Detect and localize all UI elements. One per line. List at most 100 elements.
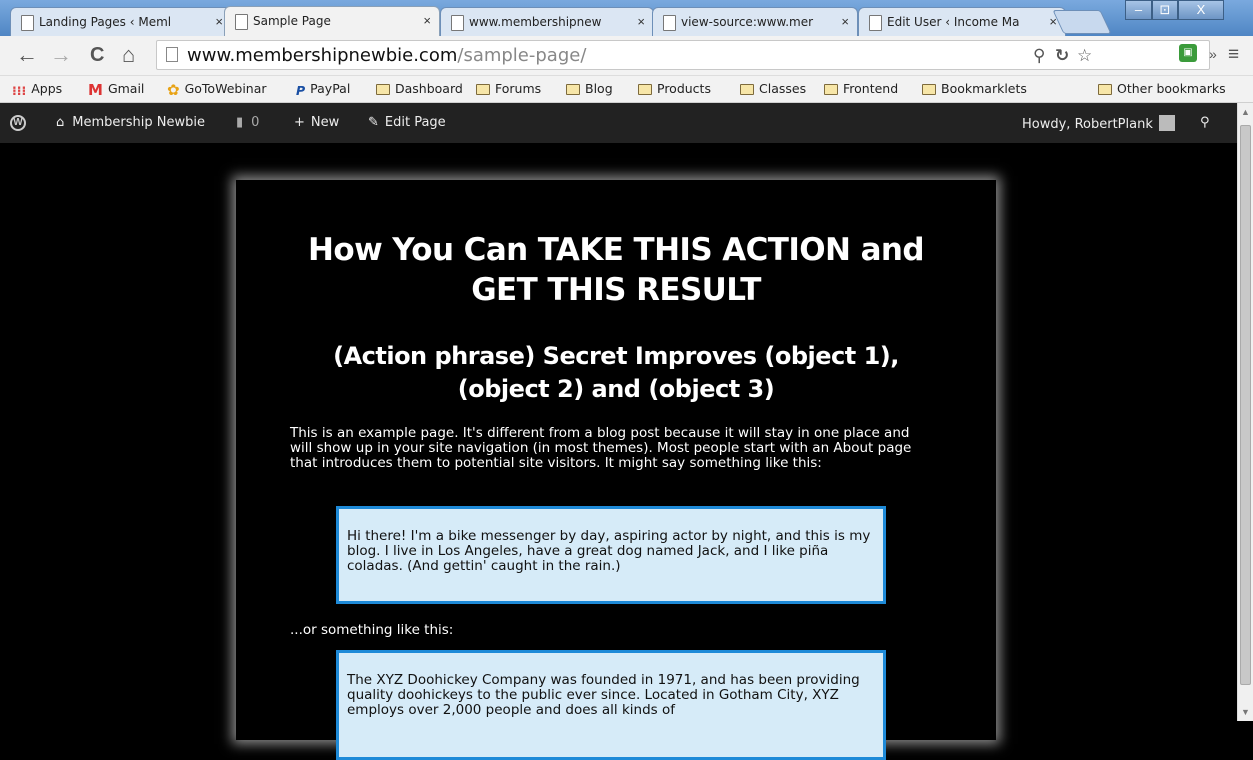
account-menu[interactable]: Howdy, RobertPlank	[1022, 115, 1175, 132]
subheadline-line: (Action phrase) Secret Improves (object …	[333, 342, 899, 370]
bookmark-label: Dashboard	[395, 81, 463, 96]
bookmark-blog[interactable]: Blog	[566, 81, 613, 96]
bookmark-label: PayPal	[310, 81, 351, 96]
site-name: Membership Newbie	[72, 115, 205, 130]
folder-icon	[566, 84, 580, 95]
forward-button[interactable]: →	[50, 44, 72, 66]
bookmark-label: Other bookmarks	[1117, 81, 1226, 96]
tab-membershipnewbie[interactable]: www.membershipnew ×	[440, 7, 654, 36]
scroll-up-icon[interactable]: ▲	[1241, 107, 1250, 117]
star-icon[interactable]: ☆	[1077, 46, 1092, 66]
url-text[interactable]: www.membershipnewbie.com/sample-page/	[187, 45, 586, 66]
paypal-icon: P	[296, 83, 306, 98]
folder-icon	[376, 84, 390, 95]
wp-admin-bar: W ⌂ Membership Newbie ▮ 0 + New ✎ Edit Page …	[0, 103, 1237, 143]
address-bar[interactable]: www.membershipnewbie.com/sample-page/ ⚲ …	[156, 40, 1210, 70]
bookmark-label: GoToWebinar	[184, 81, 267, 96]
page-content: How You Can TAKE THIS ACTION and GET THI…	[236, 180, 996, 760]
site-name-link[interactable]: ⌂ Membership Newbie	[56, 115, 205, 130]
gotowebinar-icon: ✿	[167, 81, 180, 99]
close-icon[interactable]: ×	[423, 13, 431, 28]
folder-icon	[1098, 84, 1112, 95]
bookmark-products[interactable]: Products	[638, 81, 711, 96]
tab-sample-page[interactable]: Sample Page ×	[224, 6, 440, 36]
bookmark-label: Classes	[759, 81, 807, 96]
page-scrollbar[interactable]: ▲ ▼	[1237, 103, 1253, 721]
bookmarks-bar: ⁝⁝⁝ Apps M Gmail ✿ GoToWebinar P PayPal Dash…	[0, 76, 1253, 103]
plus-icon: +	[294, 115, 305, 130]
home-button[interactable]: ⌂	[122, 44, 135, 66]
overflow-chevron-icon[interactable]: »	[1209, 46, 1217, 62]
intro-paragraph: This is an example page. It's different …	[290, 425, 912, 471]
close-window-button[interactable]: X	[1178, 0, 1224, 20]
bookmark-forums[interactable]: Forums	[476, 81, 541, 96]
folder-icon	[476, 84, 490, 95]
bookmark-other[interactable]: Other bookmarks	[1098, 81, 1226, 96]
scroll-thumb[interactable]	[1240, 125, 1251, 685]
bookmark-gmail[interactable]: M Gmail	[88, 81, 144, 99]
headline-line: How You Can TAKE THIS ACTION and	[308, 232, 925, 268]
comment-bubble-icon: ▮	[236, 115, 244, 130]
new-label: New	[310, 115, 340, 130]
search-icon[interactable]: ⚲	[1200, 115, 1210, 130]
tab-view-source[interactable]: view-source:www.mer ×	[652, 7, 858, 36]
subheadline-line: (object 2) and (object 3)	[457, 375, 775, 403]
extension-icon[interactable]: ▣	[1179, 44, 1197, 62]
page-icon	[21, 15, 34, 31]
bookmark-apps[interactable]: ⁝⁝⁝ Apps	[12, 81, 62, 98]
home-icon: ⌂	[56, 115, 65, 130]
reload-button[interactable]: C	[90, 44, 104, 66]
page-icon	[235, 14, 248, 30]
howdy-text: Howdy, RobertPlank	[1022, 117, 1153, 132]
close-icon[interactable]: ×	[637, 14, 645, 29]
close-icon[interactable]: ×	[841, 14, 849, 29]
tab-label: Sample Page	[253, 14, 331, 28]
close-icon[interactable]: ×	[215, 14, 223, 29]
pencil-icon: ✎	[368, 115, 379, 130]
menu-icon[interactable]: ≡	[1228, 44, 1239, 66]
tab-label: view-source:www.mer	[681, 15, 814, 29]
edit-page-link[interactable]: ✎ Edit Page	[368, 115, 446, 130]
new-link[interactable]: + New	[294, 115, 339, 130]
apps-icon: ⁝⁝⁝	[12, 83, 27, 98]
bookmark-frontend[interactable]: Frontend	[824, 81, 898, 96]
bookmark-label: Bookmarklets	[941, 81, 1027, 96]
back-button[interactable]: ←	[16, 44, 38, 66]
page-headline: How You Can TAKE THIS ACTION and GET THI…	[236, 230, 996, 310]
bookmark-bookmarklets[interactable]: Bookmarklets	[922, 81, 1027, 96]
bookmark-classes[interactable]: Classes	[740, 81, 806, 96]
bookmark-gotowebinar[interactable]: ✿ GoToWebinar	[167, 81, 267, 99]
refresh-ext-icon[interactable]: ↻	[1055, 46, 1069, 66]
zoom-icon[interactable]: ⚲	[1033, 46, 1045, 66]
tab-edit-user[interactable]: Edit User ‹ Income Ma ×	[858, 7, 1066, 36]
bookmark-label: Blog	[585, 81, 613, 96]
bookmark-dashboard[interactable]: Dashboard	[376, 81, 463, 96]
wordpress-logo-icon[interactable]: W	[10, 115, 26, 131]
browser-toolbar: ← → C ⌂ www.membershipnewbie.com/sample-…	[0, 36, 1253, 76]
tab-strip: Landing Pages ‹ Meml × Sample Page × www…	[0, 0, 1253, 36]
bookmark-label: Gmail	[107, 81, 145, 96]
blockquote-example-2: The XYZ Doohickey Company was founded in…	[336, 650, 886, 760]
headline-line: GET THIS RESULT	[471, 272, 761, 308]
new-tab-button[interactable]	[1052, 10, 1112, 34]
maximize-button[interactable]: ⊡	[1152, 0, 1178, 20]
gmail-icon: M	[88, 81, 103, 99]
comments-link[interactable]: ▮ 0	[236, 115, 259, 130]
bookmark-label: Forums	[495, 81, 542, 96]
page-icon	[166, 47, 178, 62]
tab-label: Landing Pages ‹ Meml	[39, 15, 172, 29]
folder-icon	[824, 84, 838, 95]
minimize-button[interactable]: ‒	[1125, 0, 1152, 20]
or-text: ...or something like this:	[290, 622, 454, 638]
scroll-down-icon[interactable]: ▼	[1241, 707, 1250, 717]
tab-landing-pages[interactable]: Landing Pages ‹ Meml ×	[10, 7, 232, 36]
bookmark-label: Apps	[31, 81, 63, 96]
tab-label: Edit User ‹ Income Ma	[887, 15, 1020, 29]
edit-page-label: Edit Page	[384, 115, 446, 130]
folder-icon	[638, 84, 652, 95]
folder-icon	[740, 84, 754, 95]
page-icon	[869, 15, 882, 31]
url-path: /sample-page/	[457, 45, 587, 66]
bookmark-paypal[interactable]: P PayPal	[296, 81, 350, 98]
page-icon	[663, 15, 676, 31]
